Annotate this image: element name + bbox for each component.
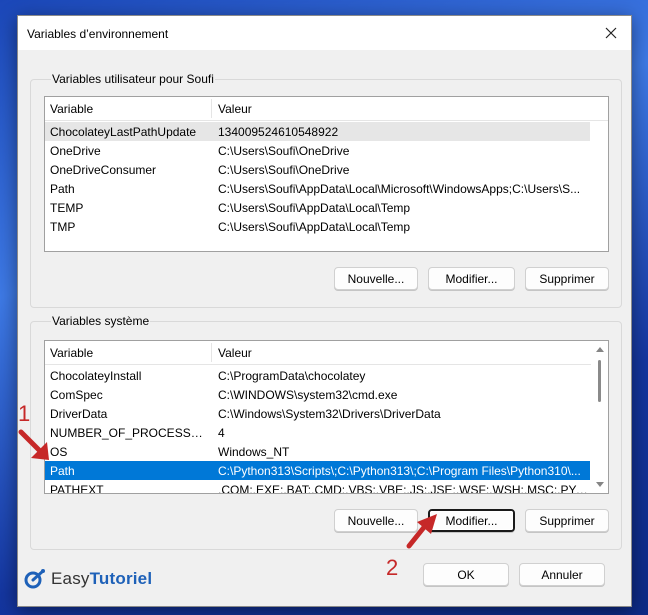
user-delete-button[interactable]: Supprimer [525,267,609,290]
row-name: ChocolateyInstall [50,369,142,383]
row-name: OneDrive [50,144,101,158]
row-name: DriverData [50,407,108,421]
row-value: C:\WINDOWS\system32\cmd.exe [218,388,398,402]
row-name: TMP [50,220,76,234]
table-row[interactable]: OneDrive C:\Users\Soufi\OneDrive [45,141,590,160]
user-variables-label: Variables utilisateur pour Soufi [51,72,215,86]
row-value: C:\Users\Soufi\AppData\Local\Microsoft\W… [218,182,581,196]
row-name: Path [50,464,75,478]
user-new-button[interactable]: Nouvelle... [334,267,418,290]
watermark-text-bold: Tutoriel [89,569,153,588]
column-header-value[interactable]: Valeur [218,102,252,116]
user-edit-button[interactable]: Modifier... [428,267,515,290]
row-value: C:\Python313\Scripts\;C:\Python313\;C:\P… [218,464,581,478]
row-value: .COM;.EXE;.BAT;.CMD;.VBS;.VBE;.JS;.JSE;.… [218,483,588,494]
close-icon [605,27,617,39]
user-variables-group: Variables utilisateur pour Soufi Variabl… [30,72,622,308]
dialog-title: Variables d’environnement [27,27,169,41]
table-row[interactable]: ComSpec C:\WINDOWS\system32\cmd.exe [45,385,590,404]
system-variables-list[interactable]: Variable Valeur ChocolateyInstall C:\Pro… [44,340,609,494]
environment-variables-dialog: Variables d’environnement Variables util… [17,15,632,607]
row-name: NUMBER_OF_PROCESSORS [50,426,210,440]
annotation-step-1: 1 [18,401,31,426]
table-row[interactable]: PATHEXT .COM;.EXE;.BAT;.CMD;.VBS;.VBE;.J… [45,480,590,494]
table-row[interactable]: NUMBER_OF_PROCESSORS 4 [45,423,590,442]
annotation-arrow-1-icon [18,429,49,460]
annotation-step-2: 2 [386,555,399,580]
row-name: OS [50,445,68,459]
row-name: OneDriveConsumer [50,163,157,177]
row-name: ComSpec [50,388,103,402]
user-variables-list[interactable]: Variable Valeur ChocolateyLastPathUpdate… [44,96,609,252]
table-row[interactable]: Path C:\Users\Soufi\AppData\Local\Micros… [45,179,590,198]
row-name: ChocolateyLastPathUpdate [50,125,197,139]
row-name: PATHEXT [50,483,104,494]
row-value: C:\Users\Soufi\OneDrive [218,163,350,177]
row-value: C:\Users\Soufi\AppData\Local\Temp [218,220,411,234]
system-delete-button[interactable]: Supprimer [525,509,609,532]
vertical-scrollbar[interactable] [591,341,608,493]
table-row[interactable]: OS Windows_NT [45,442,590,461]
cancel-button[interactable]: Annuler [519,563,605,586]
table-row[interactable]: TMP C:\Users\Soufi\AppData\Local\Temp [45,217,590,236]
column-header-variable[interactable]: Variable [50,102,93,116]
row-value: C:\ProgramData\chocolatey [218,369,366,383]
watermark-text: EasyTutoriel [51,569,152,589]
row-value: Windows_NT [218,445,290,459]
row-value: C:\Users\Soufi\AppData\Local\Temp [218,201,411,215]
row-value: C:\Windows\System32\Drivers\DriverData [218,407,441,421]
system-variables-label: Variables système [51,314,151,328]
ok-button[interactable]: OK [423,563,509,586]
system-variables-group: Variables système Variable Valeur Chocol… [30,314,622,550]
row-value: 4 [218,426,225,440]
row-value: 134009524610548922 [218,125,339,139]
scroll-up-icon[interactable] [596,347,604,352]
annotation-arrow-2-icon [406,514,437,549]
column-header-variable[interactable]: Variable [50,346,93,360]
table-row[interactable]: TEMP C:\Users\Soufi\AppData\Local\Temp [45,198,590,217]
easytutoriel-logo-icon [24,569,45,589]
table-row[interactable]: OneDriveConsumer C:\Users\Soufi\OneDrive [45,160,590,179]
system-edit-button[interactable]: Modifier... [428,509,515,532]
list-header: Variable Valeur [45,341,608,365]
easytutoriel-watermark: EasyTutoriel [24,568,152,590]
list-header: Variable Valeur [45,97,608,121]
table-row[interactable]: ChocolateyInstall C:\ProgramData\chocola… [45,366,590,385]
row-value: C:\Users\Soufi\OneDrive [218,144,350,158]
table-row[interactable]: ChocolateyLastPathUpdate 134009524610548… [45,122,590,141]
row-name: Path [50,182,75,196]
table-row-selected[interactable]: Path C:\Python313\Scripts\;C:\Python313\… [45,461,590,480]
watermark-text-plain: Easy [51,569,90,588]
table-row[interactable]: DriverData C:\Windows\System32\Drivers\D… [45,404,590,423]
scroll-thumb[interactable] [598,360,601,402]
close-button[interactable] [591,16,631,50]
title-bar[interactable]: Variables d’environnement [18,16,631,50]
scroll-down-icon[interactable] [596,482,604,487]
row-name: TEMP [50,201,84,215]
column-header-value[interactable]: Valeur [218,346,252,360]
